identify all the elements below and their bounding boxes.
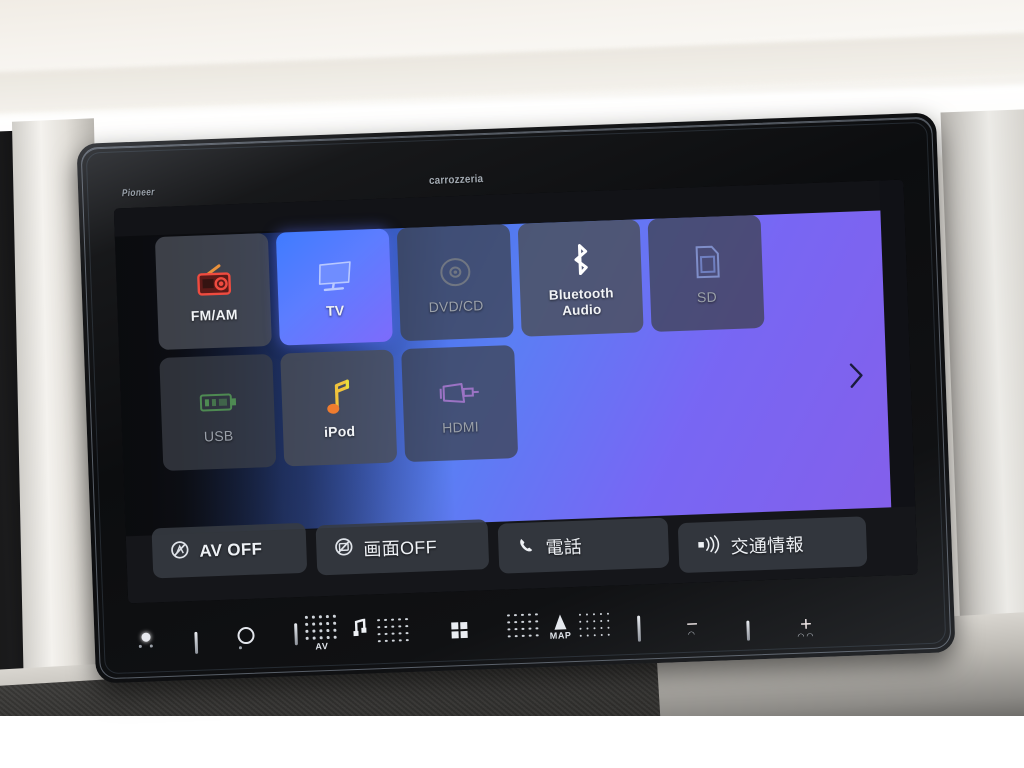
- broadcast-icon: [696, 535, 721, 560]
- speaker-grille-icon: [304, 614, 338, 641]
- hdmi-plug-icon: [437, 371, 483, 415]
- volume-up-marks: ◠◠: [797, 630, 816, 641]
- dashboard-lower-white: [0, 716, 1024, 768]
- hw-divider: [294, 623, 298, 646]
- traffic-info-label: 交通情報: [730, 534, 805, 558]
- av-off-button[interactable]: AV OFF: [151, 522, 308, 579]
- hw-button-av[interactable]: AV: [304, 614, 338, 652]
- hw-button-volume-down[interactable]: − ◠: [685, 612, 699, 639]
- phone-label: 電話: [545, 536, 583, 559]
- source-tile-label: SD: [696, 288, 718, 305]
- source-tile-label: HDMI: [441, 418, 480, 436]
- lcd-screen[interactable]: FM/AM TV DVD/CD Bluetooth Audio SD USB i…: [113, 179, 918, 604]
- av-off-label: AV OFF: [199, 539, 263, 561]
- phone-button[interactable]: 電話: [497, 517, 670, 574]
- volume-down-marks: ◠: [687, 629, 698, 639]
- usb-stick-icon: [196, 380, 240, 424]
- carrozzeria-logo: carrozzeria: [428, 173, 484, 188]
- hw-power-indicator: [138, 632, 153, 648]
- screen-off-icon: [334, 537, 354, 562]
- mic-hole-icon: [138, 644, 142, 648]
- bluetooth-icon: [566, 238, 594, 281]
- source-tile-bluetooth-audio[interactable]: Bluetooth Audio: [517, 219, 644, 337]
- source-tile-hdmi[interactable]: HDMI: [401, 345, 519, 463]
- mic-hole-icon: [149, 643, 153, 648]
- speaker-grille-icon: [578, 612, 612, 638]
- television-icon: [311, 254, 357, 298]
- menu-grid-icon[interactable]: [451, 621, 468, 639]
- navigation-arrow-icon: [553, 614, 567, 630]
- source-tile-dvd-cd[interactable]: DVD/CD: [396, 224, 514, 342]
- reset-pinhole-icon[interactable]: [237, 626, 255, 650]
- source-tile-label: USB: [203, 427, 234, 445]
- led-dot-icon: [140, 632, 151, 642]
- sd-card-icon: [687, 241, 725, 284]
- screen-off-label: 画面OFF: [363, 537, 438, 560]
- hw-divider: [194, 631, 199, 654]
- source-tile-label: Bluetooth Audio: [549, 286, 615, 319]
- head-unit: Pioneer carrozzeria FM/AM TV DVD/CD Blue…: [76, 112, 956, 684]
- source-tile-fm-am[interactable]: FM/AM: [154, 232, 272, 351]
- bt-line-1: Bluetooth: [548, 285, 614, 304]
- source-row-1: FM/AM TV DVD/CD Bluetooth Audio SD: [154, 211, 859, 351]
- disc-icon: [434, 250, 476, 293]
- car-dashboard-scene: Pioneer carrozzeria FM/AM TV DVD/CD Blue…: [0, 0, 1024, 768]
- av-button-label: AV: [315, 641, 329, 652]
- music-note-key-icon[interactable]: [351, 617, 368, 642]
- pioneer-logo: Pioneer: [121, 187, 156, 200]
- source-tile-ipod[interactable]: iPod: [280, 349, 398, 467]
- source-tile-label: FM/AM: [190, 305, 238, 324]
- source-tile-label: TV: [325, 301, 345, 319]
- screen-off-button[interactable]: 画面OFF: [315, 519, 490, 576]
- hw-divider: [745, 620, 750, 641]
- hw-button-volume-up[interactable]: + ◠◠: [797, 612, 816, 641]
- speaker-grille-icon: [506, 612, 540, 639]
- chevron-right-icon[interactable]: [846, 359, 869, 394]
- hw-divider: [636, 615, 641, 642]
- bt-line-2: Audio: [561, 301, 602, 318]
- phone-handset-icon: [516, 535, 536, 560]
- music-note-icon: [322, 376, 356, 419]
- speaker-grille-icon: [376, 617, 410, 644]
- source-tile-sd[interactable]: SD: [647, 214, 765, 332]
- hw-button-map[interactable]: MAP: [549, 614, 572, 641]
- source-tile-tv[interactable]: TV: [275, 228, 393, 346]
- map-button-label: MAP: [549, 630, 572, 641]
- radio-icon: [191, 259, 235, 303]
- volume-minus-icon: −: [685, 612, 699, 636]
- volume-plus-icon: +: [799, 612, 813, 636]
- av-off-icon: [170, 540, 190, 565]
- source-tile-label: DVD/CD: [428, 296, 484, 315]
- source-tile-label: iPod: [323, 422, 356, 440]
- source-tile-grid: FM/AM TV DVD/CD Bluetooth Audio SD USB i…: [154, 211, 863, 471]
- source-tile-usb[interactable]: USB: [159, 353, 277, 471]
- traffic-info-button[interactable]: 交通情報: [677, 516, 868, 574]
